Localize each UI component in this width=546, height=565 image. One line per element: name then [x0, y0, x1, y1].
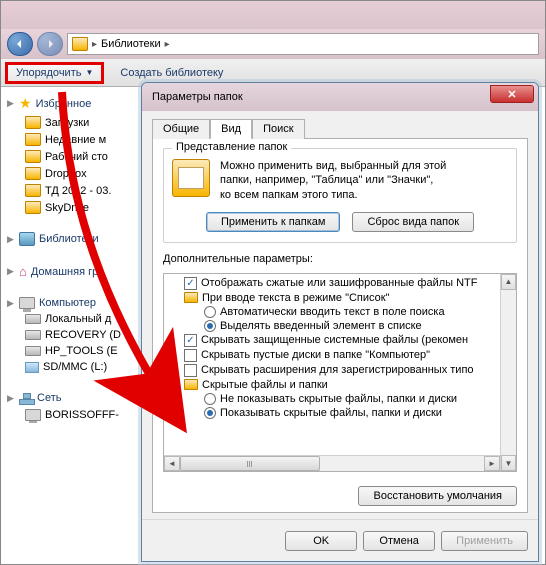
restore-defaults-button[interactable]: Восстановить умолчания	[358, 486, 517, 506]
ok-button[interactable]: OK	[285, 531, 357, 551]
radio[interactable]	[204, 306, 216, 318]
organize-button[interactable]: Упорядочить ▼	[5, 62, 104, 84]
chevron-right-icon: ▸	[165, 39, 170, 50]
advanced-label: Дополнительные параметры:	[163, 253, 517, 265]
chevron-right-icon: ▸	[92, 39, 97, 50]
checkbox[interactable]	[184, 334, 197, 347]
advanced-settings-tree[interactable]: Отображать сжатые или зашифрованные файл…	[163, 273, 517, 472]
nav-item[interactable]: Локальный д	[1, 311, 148, 327]
organize-label: Упорядочить	[16, 67, 81, 79]
breadcrumb-label: Библиотеки	[101, 38, 161, 50]
folder-icon	[184, 292, 198, 303]
nav-homegroup[interactable]: ▶⌂Домашняя гру	[1, 262, 148, 281]
folder-icon	[72, 37, 88, 51]
computer-icon	[19, 297, 35, 309]
tab-search[interactable]: Поиск	[252, 119, 304, 139]
nav-item[interactable]: HP_TOOLS (E	[1, 343, 148, 359]
nav-back-button[interactable]	[7, 32, 33, 56]
library-icon	[19, 232, 35, 246]
folder-icon	[25, 167, 41, 180]
tree-item[interactable]: Показывать скрытые файлы, папки и диски	[164, 406, 516, 420]
radio[interactable]	[204, 407, 216, 419]
drive-icon	[25, 314, 41, 324]
drive-icon	[25, 346, 41, 356]
navigation-pane: ▶★Избранное Загрузки Недавние м Рабочий …	[1, 87, 149, 564]
drive-icon	[25, 330, 41, 340]
close-icon: ✕	[507, 88, 516, 101]
tree-item[interactable]: Автоматически вводить текст в поле поиск…	[164, 305, 516, 319]
folder-icon	[184, 379, 198, 390]
tabs: Общие Вид Поиск	[152, 118, 528, 139]
cancel-button[interactable]: Отмена	[363, 531, 435, 551]
nav-forward-button[interactable]	[37, 32, 63, 56]
tab-general[interactable]: Общие	[152, 119, 210, 139]
folder-icon	[25, 184, 41, 197]
checkbox[interactable]	[184, 277, 197, 290]
tree-item[interactable]: Отображать сжатые или зашифрованные файл…	[164, 276, 516, 291]
tree-item[interactable]: Скрывать пустые диски в папке "Компьютер…	[164, 348, 516, 363]
homegroup-icon: ⌂	[19, 264, 27, 279]
tree-item[interactable]: Скрывать расширения для зарегистрированн…	[164, 363, 516, 378]
nav-network[interactable]: ▶Сеть	[1, 389, 148, 407]
group-legend: Представление папок	[172, 141, 291, 153]
dialog-footer: OK Отмена Применить	[142, 519, 538, 561]
radio[interactable]	[204, 320, 216, 332]
nav-computer[interactable]: ▶Компьютер	[1, 295, 148, 311]
radio[interactable]	[204, 393, 216, 405]
nav-item[interactable]: SkyDrive	[1, 199, 148, 216]
tree-item[interactable]: Скрывать защищенные системные файлы (рек…	[164, 333, 516, 348]
nav-favorites[interactable]: ▶★Избранное	[1, 93, 148, 114]
nav-item[interactable]: BORISSOFFF-	[1, 407, 148, 423]
breadcrumb[interactable]: ▸ Библиотеки ▸	[67, 33, 539, 55]
tree-item[interactable]: Не показывать скрытые файлы, папки и дис…	[164, 392, 516, 406]
nav-libraries[interactable]: ▶Библиотеки	[1, 230, 148, 248]
tab-view[interactable]: Вид	[210, 119, 252, 139]
network-icon	[19, 391, 33, 405]
folder-icon	[25, 150, 41, 163]
folder-icon	[25, 201, 41, 214]
horizontal-scrollbar[interactable]: ◄►	[164, 455, 500, 471]
nav-item[interactable]: Рабочий сто	[1, 148, 148, 165]
checkbox[interactable]	[184, 349, 197, 362]
checkbox[interactable]	[184, 364, 197, 377]
tree-item[interactable]: Скрытые файлы и папки	[164, 378, 516, 392]
folder-icon	[25, 116, 41, 129]
dialog-body: Общие Вид Поиск Представление папок Можн…	[142, 111, 538, 519]
explorer-titlebar	[1, 1, 545, 29]
apply-button[interactable]: Применить	[441, 531, 528, 551]
nav-item[interactable]: Dropbox	[1, 165, 148, 182]
nav-item[interactable]: ТД 2012 - 03.	[1, 182, 148, 199]
reset-folders-button[interactable]: Сброс вида папок	[352, 212, 474, 232]
folder-views-text: Можно применить вид, выбранный для этой …	[220, 159, 446, 202]
vertical-scrollbar[interactable]: ▲▼	[500, 274, 516, 471]
folder-icon	[25, 133, 41, 146]
nav-item[interactable]: Недавние м	[1, 131, 148, 148]
nav-item[interactable]: RECOVERY (D	[1, 327, 148, 343]
nav-item[interactable]: Загрузки	[1, 114, 148, 131]
folder-views-group: Представление папок Можно применить вид,…	[163, 148, 517, 243]
star-icon: ★	[19, 95, 32, 112]
address-bar: ▸ Библиотеки ▸	[1, 29, 545, 59]
tree-item[interactable]: Выделять введенный элемент в списке	[164, 319, 516, 333]
apply-to-folders-button[interactable]: Применить к папкам	[206, 212, 341, 232]
folder-views-icon	[172, 159, 210, 197]
dialog-title: Параметры папок	[152, 91, 243, 103]
tab-content: Представление папок Можно применить вид,…	[152, 138, 528, 513]
dialog-titlebar[interactable]: Параметры папок ✕	[142, 83, 538, 111]
close-button[interactable]: ✕	[490, 85, 534, 103]
tree-item[interactable]: При вводе текста в режиме "Список"	[164, 291, 516, 305]
computer-icon	[25, 409, 41, 421]
nav-item[interactable]: SD/MMC (L:)	[1, 359, 148, 375]
create-library-link[interactable]: Создать библиотеку	[120, 67, 223, 79]
folder-options-dialog: Параметры папок ✕ Общие Вид Поиск Предст…	[141, 82, 539, 562]
sd-card-icon	[25, 362, 39, 373]
chevron-down-icon: ▼	[85, 68, 93, 77]
